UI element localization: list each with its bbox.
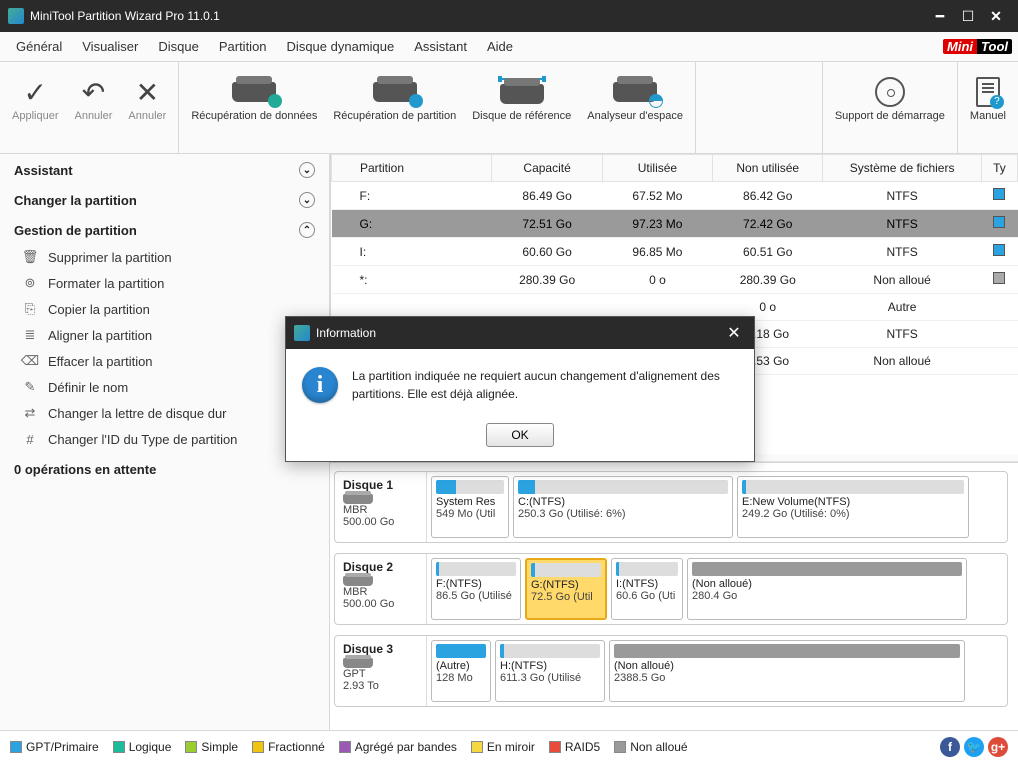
dialog-message: La partition indiquée ne requiert aucun … [352,367,738,403]
information-dialog: Information ✕ i La partition indiquée ne… [285,316,755,462]
dialog-close-button[interactable]: ✕ [722,323,746,343]
dialog-titlebar: Information ✕ [286,317,754,349]
dialog-title: Information [316,326,722,340]
app-icon [294,325,310,341]
modal-backdrop: Information ✕ i La partition indiquée ne… [0,0,1018,762]
ok-button[interactable]: OK [486,423,554,447]
info-icon: i [302,367,338,403]
